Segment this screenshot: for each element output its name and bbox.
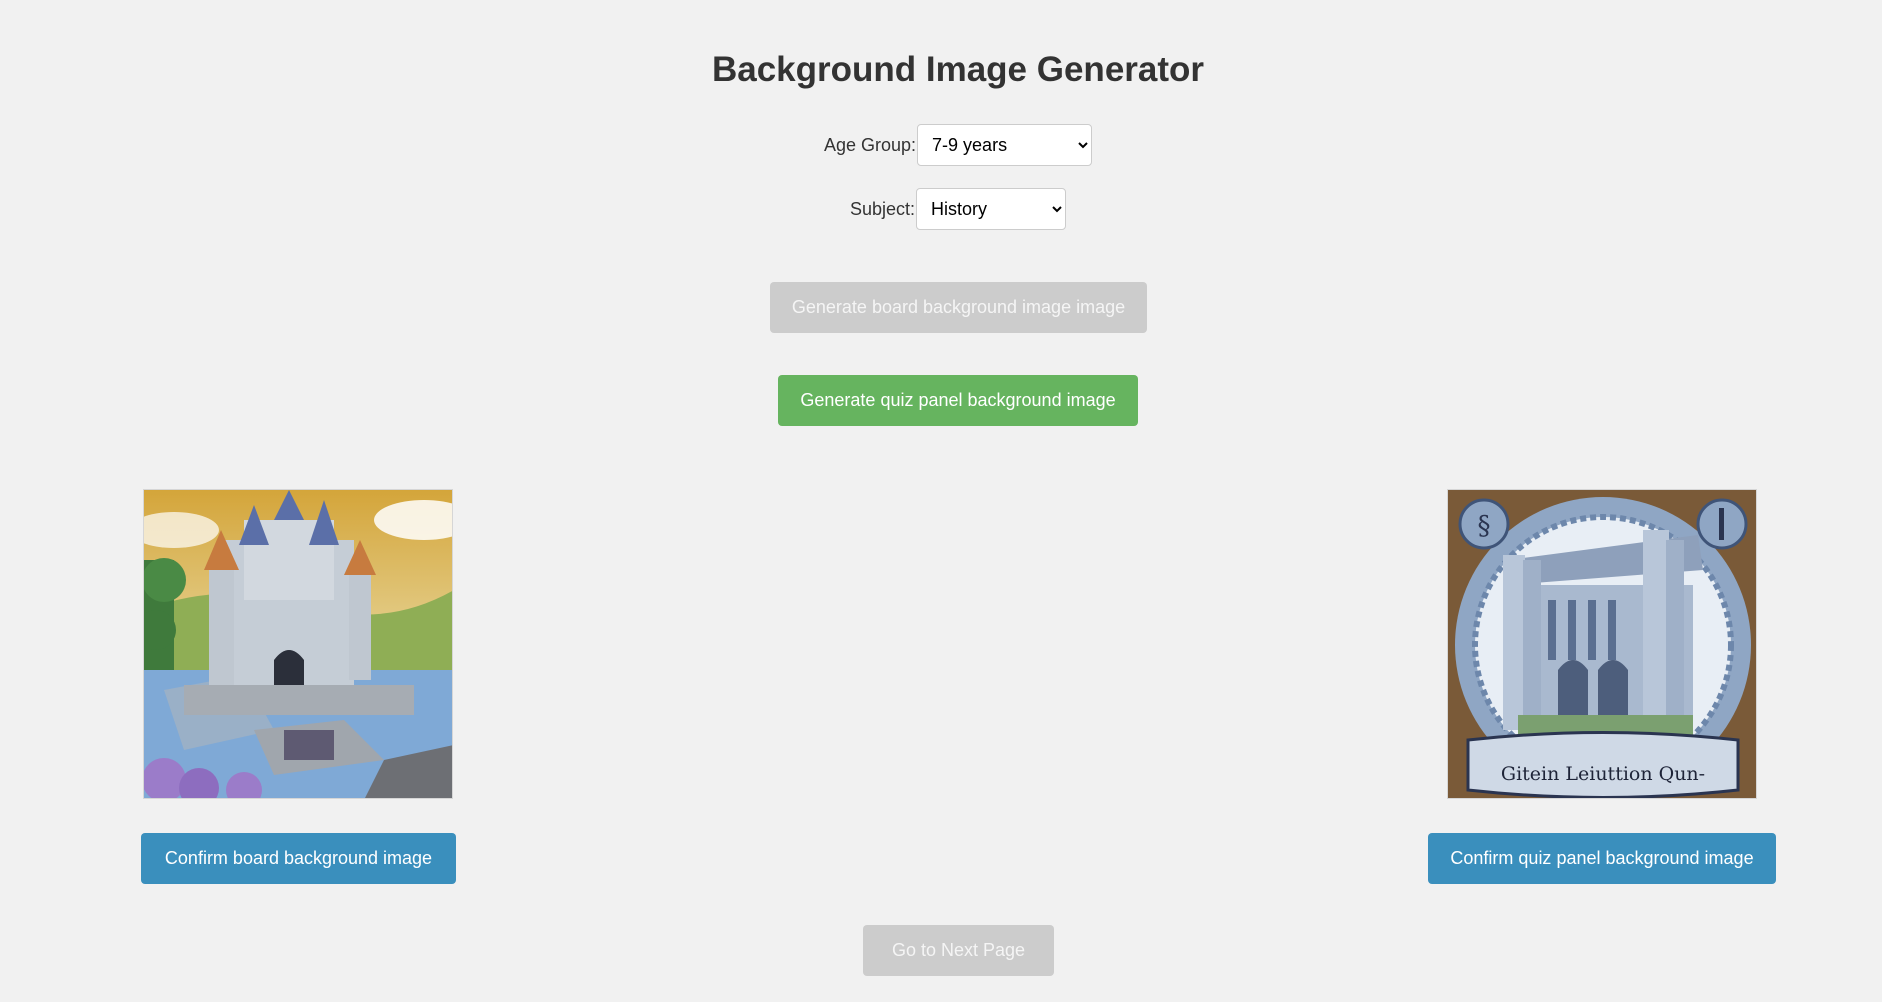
age-group-select[interactable]: 7-9 years bbox=[917, 124, 1093, 166]
quiz-background-image: § Gitein Leiuttion Qun- bbox=[1447, 489, 1757, 799]
board-background-image bbox=[143, 489, 453, 799]
castle-illustration-icon bbox=[144, 490, 452, 798]
page-title: Background Image Generator bbox=[711, 50, 1205, 89]
greek-temple-illustration-icon: § Gitein Leiuttion Qun- bbox=[1448, 490, 1756, 798]
generate-quiz-button[interactable]: Generate quiz panel background image bbox=[778, 375, 1138, 426]
age-group-row: Age Group: 7-9 years bbox=[0, 124, 1882, 166]
next-page-button[interactable]: Go to Next Page bbox=[863, 925, 1054, 976]
confirm-board-button[interactable]: Confirm board background image bbox=[141, 833, 456, 884]
svg-text:§: § bbox=[1478, 511, 1491, 541]
quiz-banner-text: Gitein Leiuttion Qun- bbox=[1501, 763, 1705, 785]
age-group-label: Age Group: bbox=[823, 134, 917, 155]
subject-label: Subject: bbox=[849, 198, 916, 219]
confirm-quiz-button[interactable]: Confirm quiz panel background image bbox=[1428, 833, 1776, 884]
page: Background Image Generator Age Group: 7-… bbox=[0, 0, 1882, 1002]
generate-board-button[interactable]: Generate board background image image bbox=[770, 282, 1147, 333]
subject-row: Subject: History bbox=[0, 188, 1882, 230]
subject-select[interactable]: History bbox=[916, 188, 1067, 230]
